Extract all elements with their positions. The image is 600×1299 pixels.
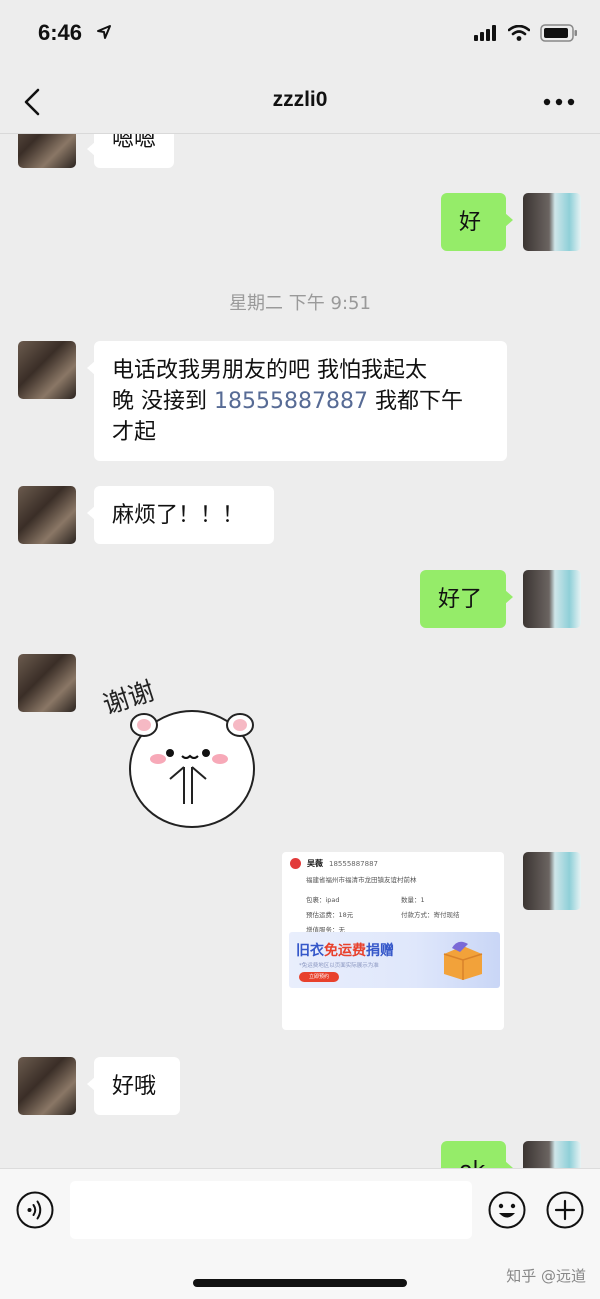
promo-title-highlight: 免运费 [324,943,366,959]
recipient-phone: 18555887887 [329,859,378,868]
message-text: 好了 [438,587,483,612]
location-arrow-icon [97,25,111,39]
contact-avatar[interactable] [18,486,76,544]
input-toolbar: 知乎 @远道 [0,1168,600,1299]
message-line: 才起 [112,420,157,445]
recipient-address: 福建省福州市福清市龙田镇友谊村前林 [306,876,417,884]
contact-avatar[interactable] [18,341,76,399]
battery-icon [540,24,577,42]
detail-value: ipad [325,896,340,904]
contact-avatar[interactable] [18,134,76,168]
message-bubble-outgoing[interactable]: 好 [441,193,513,251]
promo-title-part: 旧衣 [296,943,324,959]
status-icons [474,24,578,42]
promo-banner[interactable]: 旧衣免运费捐赠 *免运费地区以页面实际展示为准 立即预约 [289,932,500,988]
contact-avatar[interactable] [18,1057,76,1115]
home-indicator[interactable] [193,1279,407,1287]
detail-value: 18元 [338,911,354,919]
self-avatar[interactable] [523,570,581,628]
self-avatar[interactable] [523,193,581,251]
plus-icon[interactable] [546,1191,584,1229]
detail-qty: 数量：1 [401,894,496,904]
message-input[interactable] [70,1181,472,1239]
message-bubble-outgoing[interactable]: ok [441,1141,513,1168]
more-dots-icon[interactable] [542,96,576,108]
promo-title-part: 捐赠 [366,943,394,959]
detail-label: 包裹： [306,896,326,904]
message-text: ok [459,1158,485,1168]
contact-avatar[interactable] [18,654,76,712]
message-line: 电话改我男朋友的吧 我怕我起太 [112,358,427,383]
detail-item: 包裹：ipad [306,894,401,904]
message-timestamp: 星期二 下午 9:51 [229,293,371,314]
message-text: 我都下午 [367,389,463,414]
status-time: 6:46 [38,20,83,45]
detail-fee: 预估运费：18元 [306,909,401,919]
chat-title: zzzli0 [272,88,328,111]
voice-icon[interactable] [16,1191,54,1229]
message-line: 晚 没接到 18555887887 我都下午 [112,386,489,417]
detail-value: 1 [420,896,425,904]
promo-book-button[interactable]: 立即预约 [299,972,339,982]
message-bubble-incoming[interactable]: 好哦 [87,1057,180,1115]
promo-subtitle: *免运费地区以页面实际展示为准 [299,963,379,969]
emoji-icon[interactable] [488,1191,526,1229]
recipient-name: 吴薇 [307,859,323,868]
message-list[interactable]: 嗯嗯 好 星期二 下午 9:51 电话改我男朋友的吧 我怕我起太 晚 没接到 1… [0,134,600,1168]
detail-value: 寄付现结 [433,911,460,919]
message-bubble-incoming[interactable]: 电话改我男朋友的吧 我怕我起太 晚 没接到 18555887887 我都下午 才… [87,341,507,461]
promo-title: 旧衣免运费捐赠 [296,940,394,960]
detail-label: 数量： [401,896,421,904]
self-avatar[interactable] [523,852,581,910]
detail-label: 预估运费： [306,911,339,919]
self-avatar[interactable] [523,1141,581,1168]
message-bubble-incoming[interactable]: 麻烦了！！！ [87,486,274,544]
message-text: 麻烦了！！！ [112,503,245,528]
shipping-order-card[interactable]: 吴薇 18555887887 福建省福州市福清市龙田镇友谊村前林 包裹：ipad… [282,852,504,1030]
message-bubble-outgoing[interactable]: 好了 [420,570,513,628]
message-text: 好哦 [112,1074,157,1099]
status-bar: 6:46 [0,0,600,70]
watermark: 知乎 @远道 [506,1267,586,1285]
phone-number-link[interactable]: 18555887887 [214,389,368,414]
message-text: 晚 没接到 [112,389,214,414]
signal-icon [474,25,496,41]
parcel-box-icon [443,941,483,980]
courier-logo-icon [290,858,301,869]
message-text: 好 [459,210,482,235]
detail-label: 付款方式： [401,911,434,919]
thank-you-sticker[interactable]: 谢谢 [100,659,270,829]
detail-pay: 付款方式：寄付现结 [401,909,496,919]
wifi-icon [508,25,530,41]
message-text: 嗯嗯 [112,134,157,152]
card-header: 吴薇 18555887887 [290,858,496,869]
order-details: 包裹：ipad 数量：1 预估运费：18元 付款方式：寄付现结 增值服务：无 [290,894,496,934]
chat-header: zzzli0 [0,70,600,134]
message-bubble-incoming[interactable]: 嗯嗯 [86,134,175,168]
